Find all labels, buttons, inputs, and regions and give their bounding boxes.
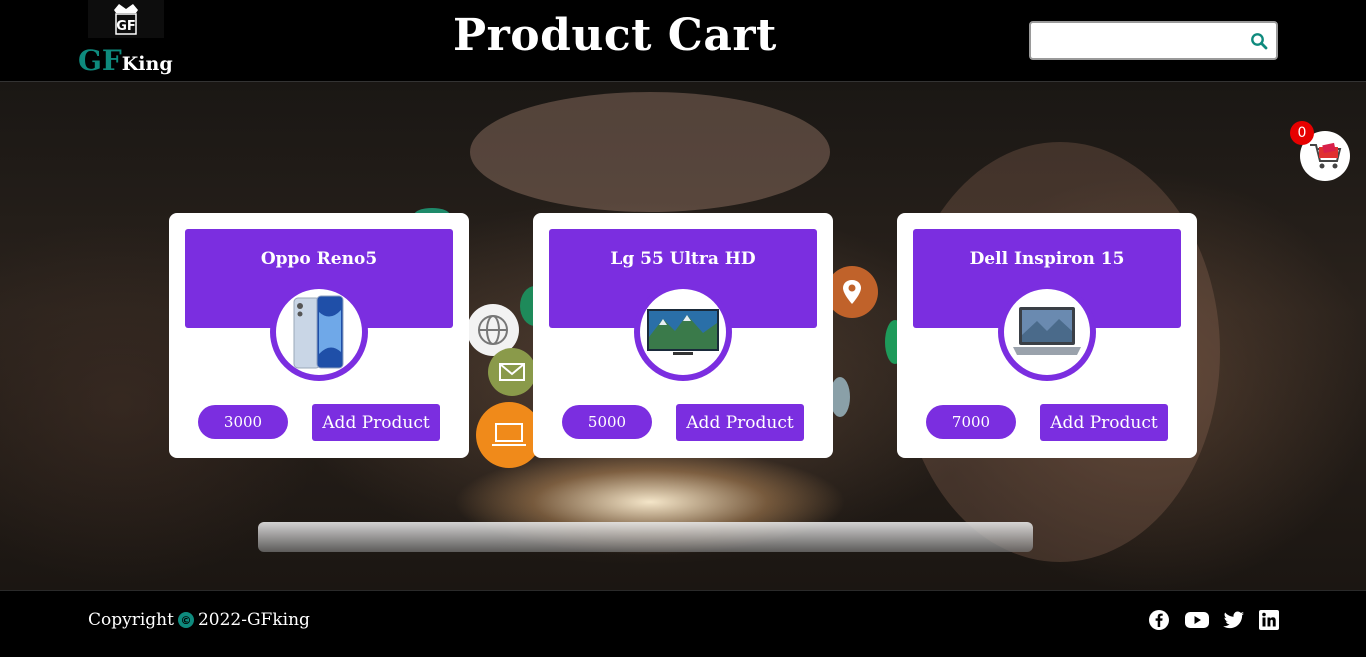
cart-count-badge: 0 [1290,121,1314,145]
page-title: Product Cart [453,10,777,61]
product-image [998,283,1096,381]
crown-logo-icon: GF [88,0,164,38]
location-pin-icon [826,266,878,318]
tablet-shape [258,522,1033,552]
product-card: Lg 55 Ultra HD 5000 Add Product [533,213,833,458]
tv-image [647,309,719,355]
youtube-icon[interactable] [1184,609,1210,631]
add-product-button[interactable]: Add Product [312,404,440,441]
shopping-cart-icon [1310,142,1342,169]
logo-king: King [121,53,173,75]
add-product-button[interactable]: Add Product [1040,404,1168,441]
phone-image [293,295,344,369]
laptop-image [1013,307,1081,355]
copyright-suffix: 2022-GFking [197,610,310,630]
search-box [1029,21,1278,60]
product-price: 5000 [562,405,652,439]
mail-icon [488,348,536,396]
svg-text:GF: GF [116,19,136,34]
product-name: Oppo Reno5 [260,249,378,269]
search-input[interactable] [1037,29,1247,53]
search-icon[interactable] [1250,32,1268,50]
add-product-button[interactable]: Add Product [676,404,804,441]
site-footer: Copyright © 2022-GFking [0,590,1366,657]
facebook-icon[interactable] [1148,609,1170,631]
twitter-icon[interactable] [1222,609,1246,631]
site-header: GF GFKing Product Cart [0,0,1366,82]
copyright-text: Copyright © 2022-GFking [88,610,310,630]
linkedin-icon[interactable] [1259,609,1279,631]
product-name: Lg 55 Ultra HD [610,249,756,269]
product-card: Dell Inspiron 15 7000 Add Product [897,213,1197,458]
product-name: Dell Inspiron 15 [969,249,1125,269]
product-price: 7000 [926,405,1016,439]
logo-wordmark: GFKing [78,44,173,77]
copyright-prefix: Copyright [88,610,174,630]
logo[interactable]: GF GFKing [78,0,178,80]
product-card: Oppo Reno5 3000 Add Product [169,213,469,458]
product-price: 3000 [198,405,288,439]
product-image [634,283,732,381]
app-bubble [830,377,850,417]
hand-shape [470,92,830,212]
logo-gf: GF [78,44,122,77]
product-image [270,283,368,381]
copyright-icon: © [177,612,194,628]
